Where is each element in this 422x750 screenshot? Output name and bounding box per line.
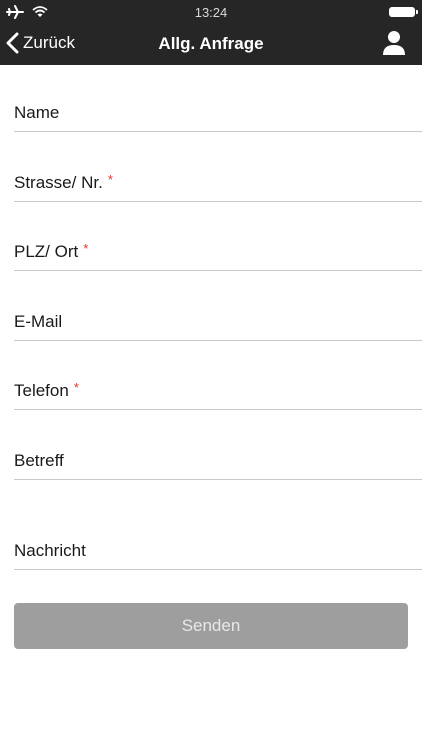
battery-icon <box>389 7 418 17</box>
email-field[interactable]: E-Mail <box>14 306 422 341</box>
field-label: Nachricht <box>14 541 86 560</box>
user-button[interactable] <box>380 28 408 56</box>
message-field[interactable]: Nachricht <box>14 535 422 570</box>
field-label: PLZ/ Ort * <box>14 241 89 261</box>
field-label: Betreff <box>14 451 64 470</box>
field-label: E-Mail <box>14 312 63 331</box>
required-marker: * <box>83 241 89 256</box>
top-bar: 13:24 Zurück Allg. Anfrage <box>0 0 422 65</box>
chevron-left-icon <box>6 32 19 54</box>
subject-field[interactable]: Betreff <box>14 445 422 480</box>
required-marker: * <box>73 380 79 395</box>
status-bar: 13:24 <box>0 0 422 24</box>
required-marker: * <box>107 172 113 187</box>
field-label: Telefon * <box>14 380 79 400</box>
status-time: 13:24 <box>194 5 228 20</box>
back-label: Zurück <box>23 33 75 52</box>
field-label: Strasse/ Nr. * <box>14 172 113 192</box>
field-label: Name <box>14 103 60 122</box>
nav-bar: Zurück Allg. Anfrage <box>0 24 422 65</box>
user-icon <box>383 31 405 55</box>
phone-field[interactable]: Telefon * <box>14 375 422 410</box>
send-button[interactable]: Senden <box>14 603 408 649</box>
zip-city-field[interactable]: PLZ/ Ort * <box>14 236 422 271</box>
back-button[interactable]: Zurück <box>6 30 75 56</box>
name-field[interactable]: Name <box>14 97 422 132</box>
street-field[interactable]: Strasse/ Nr. * <box>14 167 422 202</box>
